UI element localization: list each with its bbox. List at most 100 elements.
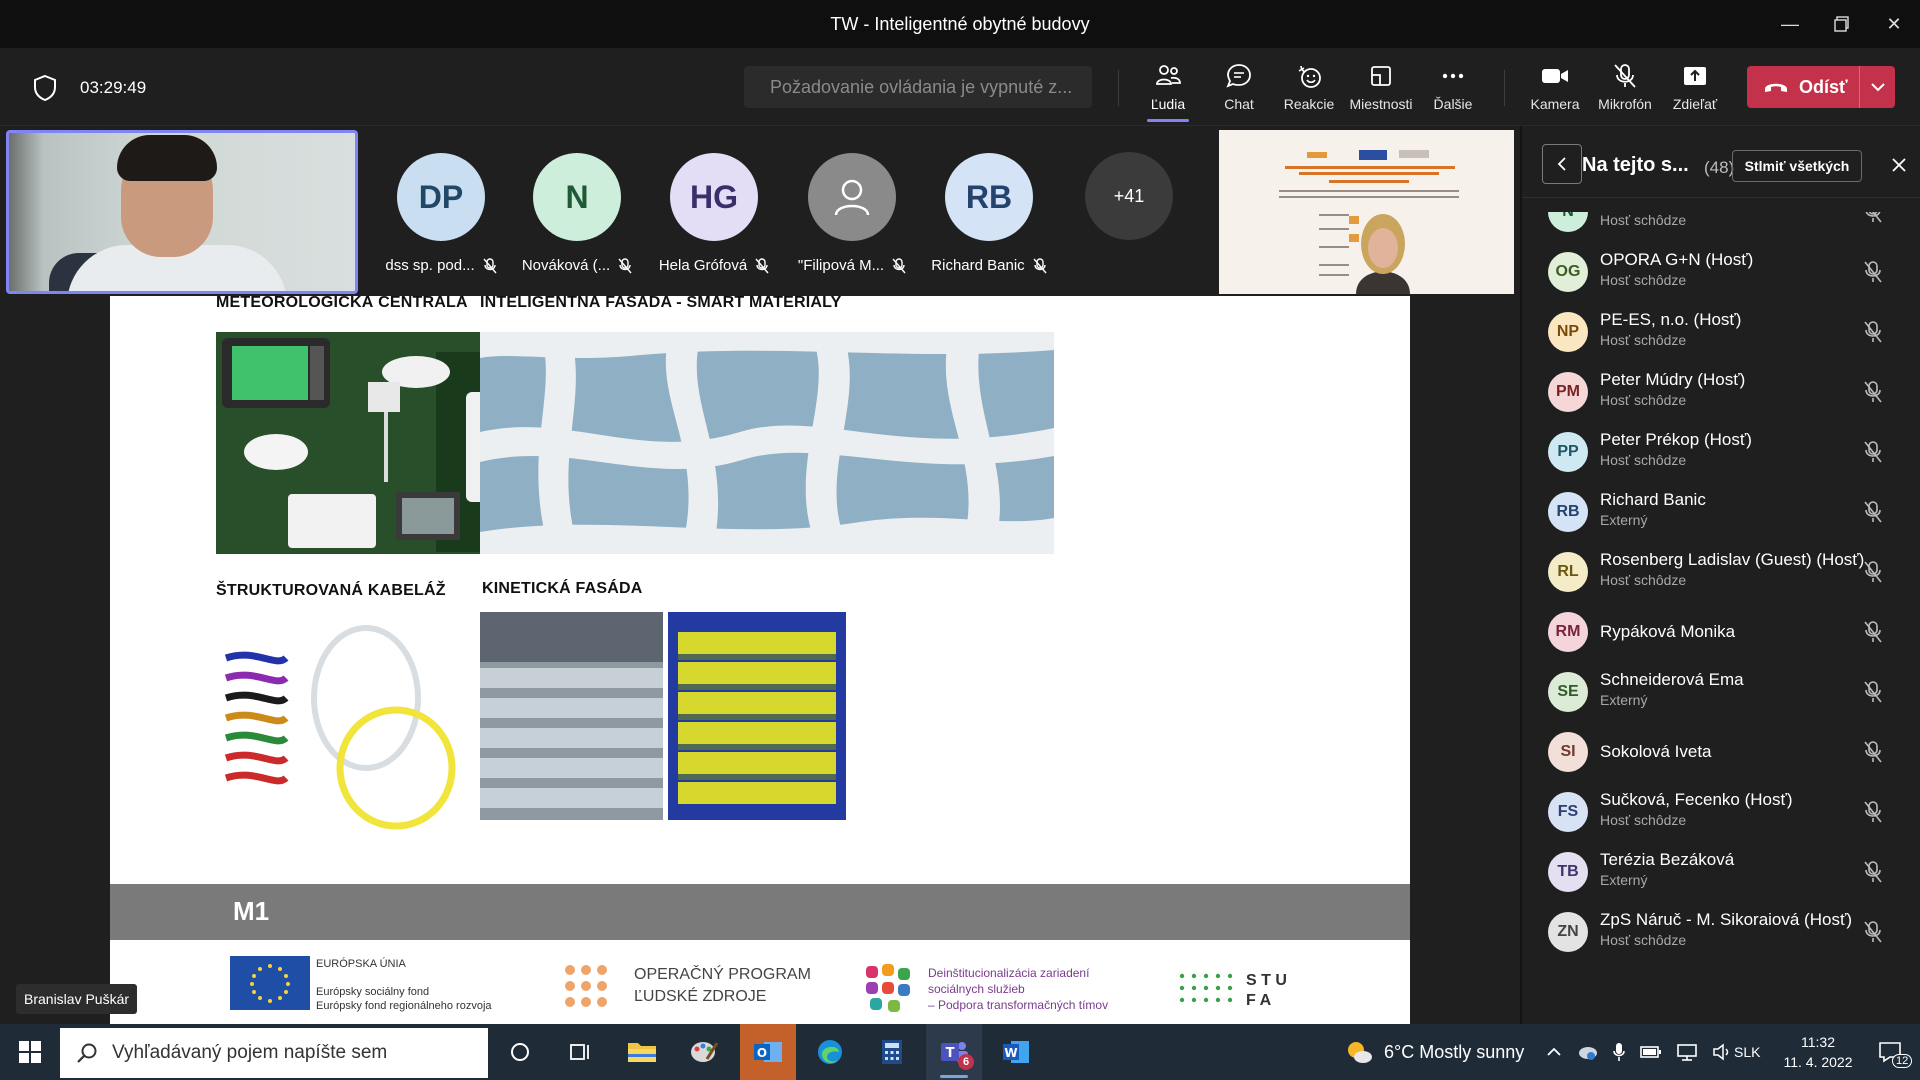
search-placeholder: Vyhľadávaný pojem napíšte sem [112,1042,388,1063]
mic-muted-icon[interactable] [1862,380,1884,404]
mic-button[interactable]: Mikrofón [1592,60,1658,120]
word-button[interactable]: W [988,1024,1044,1080]
mic-muted-icon[interactable] [1862,500,1884,524]
participant-role: Externý [1600,692,1648,708]
gallery-participant[interactable]: "Filipová M... [789,153,915,274]
mic-muted-icon[interactable] [1862,860,1884,884]
camera-button[interactable]: Kamera [1522,60,1588,120]
list-item[interactable]: SE Schneiderová Ema Externý [1522,662,1920,722]
clock-time: 11:32 [1801,1034,1835,1050]
mic-muted-icon[interactable] [1862,260,1884,284]
taskbar-search[interactable]: Vyhľadávaný pojem napíšte sem [60,1028,488,1078]
file-explorer-button[interactable] [614,1024,670,1080]
hang-up-icon [1765,83,1787,92]
stu-line2: F A [1246,992,1272,1009]
calculator-button[interactable] [864,1024,920,1080]
self-video[interactable] [6,130,358,294]
leave-dropdown[interactable] [1859,66,1895,108]
mic-muted-icon[interactable] [1862,920,1884,944]
camera-icon [1542,69,1568,83]
list-item[interactable]: NP PE-ES, n.o. (Hosť) Hosť schôdze [1522,302,1920,362]
presenter-video[interactable] [1219,130,1514,294]
edge-button[interactable] [802,1024,858,1080]
avatar: PP [1548,432,1588,472]
mic-muted-icon[interactable] [1862,212,1884,224]
avatar: HG [670,153,758,241]
outlook-button[interactable]: O [740,1024,796,1080]
participant-list: NNováková (Hosť)Hosť schôdze OG OPORA G+N … [1522,212,1920,1024]
leave-button[interactable]: Odísť [1747,66,1895,108]
chat-button[interactable]: Chat [1206,60,1272,120]
list-item[interactable]: SI Sokolová Iveta [1522,722,1920,782]
network-icon[interactable] [1676,1043,1698,1061]
gallery-participant[interactable]: HG Hela Grófová [651,153,777,274]
more-button[interactable]: Ďalšie [1420,60,1486,120]
language-indicator[interactable]: SLK [1734,1024,1760,1080]
participant-name-text: dss sp. pod... [385,257,475,274]
list-item[interactable]: ZN ZpS Náruč - M. Sikoraiová (Hosť) Hosť s… [1522,902,1920,962]
mic-muted-icon[interactable] [1862,680,1884,704]
list-item[interactable]: FS Sučková, Fecenko (Hosť) Hosť schôdze [1522,782,1920,842]
mic-muted-icon[interactable] [1862,620,1884,644]
maximize-icon[interactable] [1816,0,1868,48]
list-item[interactable]: RB Richard Banic Externý [1522,482,1920,542]
share-label: Zdieľať [1672,96,1718,112]
participant-role: Hosť schôdze [1600,572,1687,588]
video-hair [117,135,217,181]
chevron-left-icon [1557,157,1566,171]
microphone-icon[interactable] [1612,1042,1626,1062]
task-view-button[interactable] [552,1024,608,1080]
clock[interactable]: 11:32 11. 4. 2022 [1772,1024,1864,1080]
notifications-button[interactable]: 12 [1868,1024,1913,1080]
mic-muted-icon[interactable] [1862,740,1884,764]
mic-muted-icon[interactable] [1862,800,1884,824]
onedrive-icon[interactable] [1576,1044,1598,1060]
participant-role: Hosť schôdze [1600,272,1687,288]
mic-muted-icon[interactable] [1862,440,1884,464]
weather-widget[interactable]: 6°C Mostly sunny [1344,1024,1524,1080]
participant-role: Hosť schôdze [1600,332,1687,348]
list-item[interactable]: PP Peter Prékop (Hosť) Hosť schôdze [1522,422,1920,482]
list-item[interactable]: NNováková (Hosť)Hosť schôdze [1522,212,1920,242]
leave-label: Odísť [1799,76,1848,97]
list-item[interactable]: RL Rosenberg Ladislav (Guest) (Hosť) Hosť … [1522,542,1920,602]
mic-muted-icon[interactable] [1862,560,1884,584]
panel-back-button[interactable] [1542,144,1582,184]
gallery-participant[interactable]: N Nováková (... [514,153,640,274]
mute-all-button[interactable]: Stlmiť všetkých [1732,150,1862,182]
rooms-button[interactable]: Miestnosti [1348,60,1414,120]
chevron-up-icon[interactable] [1546,1047,1562,1057]
caption-structured-cabling: ŠTRUKTUROVANÁ KABELÁŽ [216,582,446,599]
leave-main[interactable]: Odísť [1747,77,1859,98]
caption-kinetic-facade: KINETICKÁ FASÁDA [482,580,643,597]
minimize-icon[interactable]: — [1764,0,1816,48]
cortana-button[interactable] [492,1024,548,1080]
reactions-button[interactable]: Reakcie [1276,60,1342,120]
search-icon [77,1043,97,1063]
start-button[interactable] [0,1024,60,1080]
people-button[interactable]: Ľudia [1135,60,1201,122]
teams-button[interactable]: T 6 [926,1024,982,1080]
avatar: TB [1548,852,1588,892]
smart-facade-image [480,332,1054,554]
list-item[interactable]: OG OPORA G+N (Hosť) Hosť schôdze [1522,242,1920,302]
share-button[interactable]: Zdieľať [1662,60,1728,120]
list-item[interactable]: PM Peter Múdry (Hosť) Hosť schôdze [1522,362,1920,422]
participant-role: Externý [1600,872,1648,888]
avatar: NP [1548,312,1588,352]
shared-slide: METEOROLOGICKÁ CENTRÁLA INTELIGENTNÁ FAS… [110,296,1410,1024]
more-participants-button[interactable]: +41 [1085,152,1173,240]
volume-icon[interactable] [1712,1043,1734,1061]
battery-icon[interactable] [1640,1045,1662,1059]
gallery-participant[interactable]: DP dss sp. pod... [378,153,504,274]
close-panel-icon[interactable] [1886,150,1912,180]
close-window-icon[interactable]: ✕ [1868,0,1920,48]
paint-button[interactable] [676,1024,732,1080]
mic-muted-icon[interactable] [1862,320,1884,344]
participant-role: Hosť schôdze [1600,812,1687,828]
participant-name: Sučková, Fecenko (Hosť) [1600,790,1793,809]
presenter-figure [1356,214,1410,294]
gallery-participant[interactable]: RB Richard Banic [926,153,1052,274]
list-item[interactable]: TB Terézia Bezáková Externý [1522,842,1920,902]
list-item[interactable]: RM Rypáková Monika [1522,602,1920,662]
